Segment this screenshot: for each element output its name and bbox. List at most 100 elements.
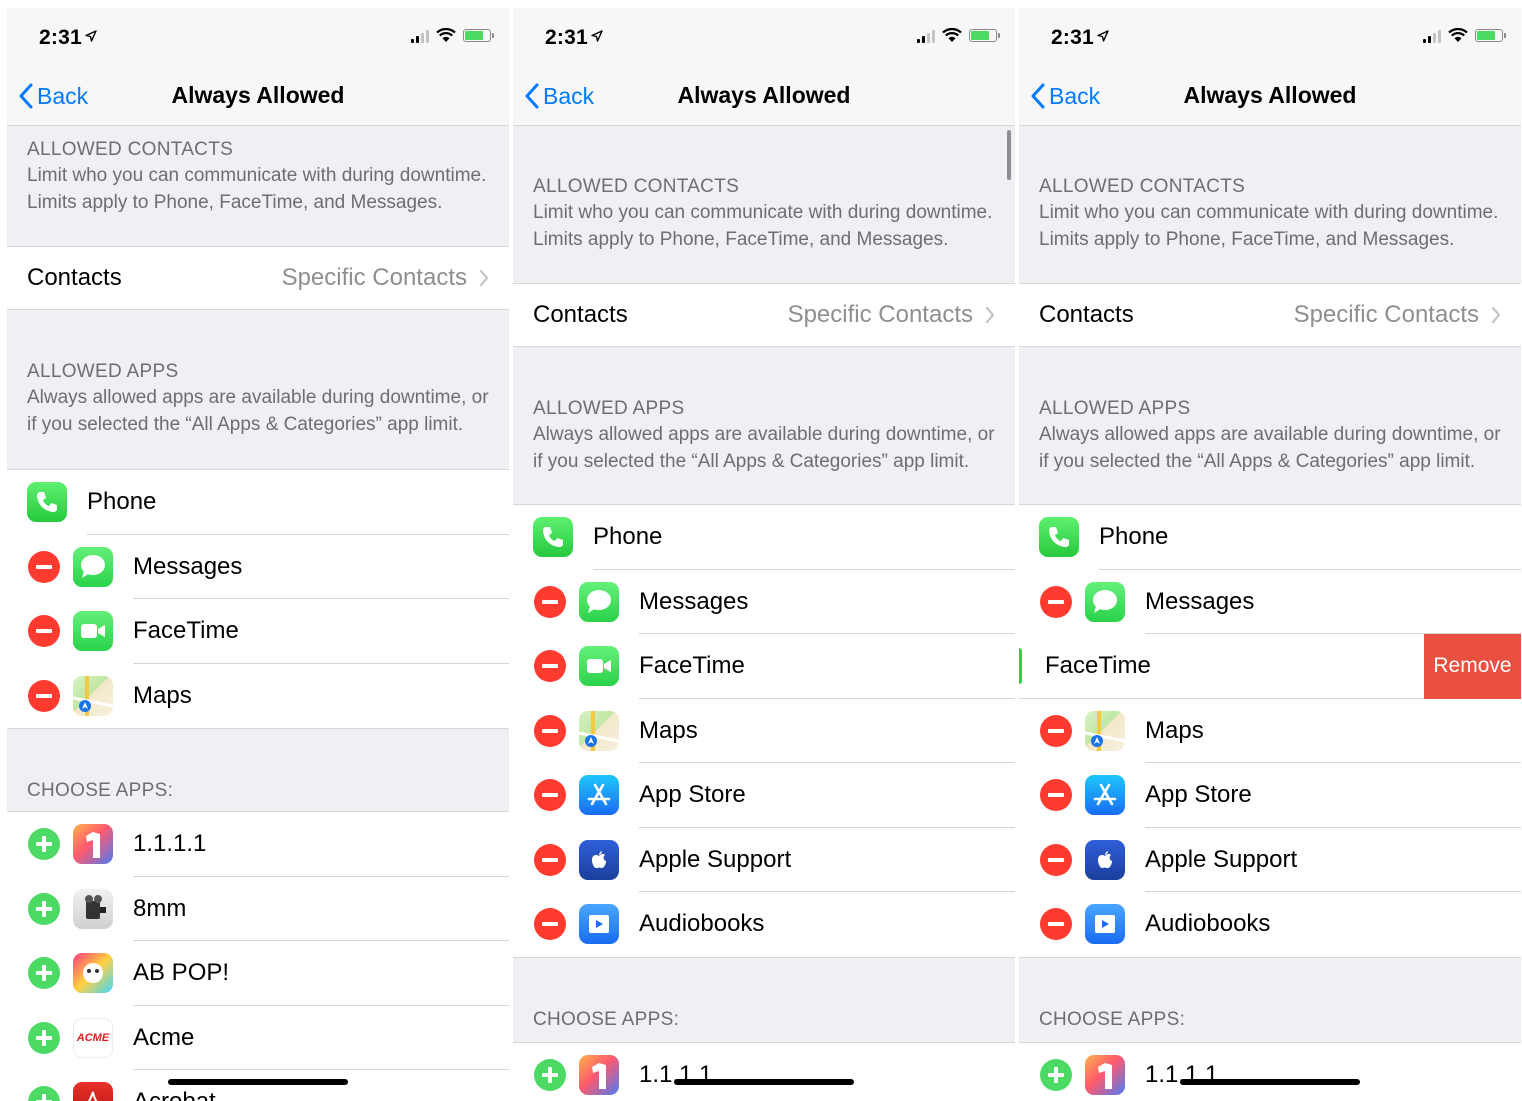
abpop-app-icon — [73, 953, 113, 994]
add-circle-button[interactable] — [534, 1058, 566, 1091]
remove-circle-button[interactable] — [1040, 585, 1072, 618]
section-title: ALLOWED APPS — [27, 361, 179, 382]
app-name: FaceTime — [133, 617, 239, 645]
list-item-acme: ACME Acme — [7, 1005, 509, 1070]
remove-circle-button[interactable] — [28, 550, 60, 583]
list-item-messages: Messages — [513, 569, 1015, 634]
list-item-1111: 1.1.1.1 — [7, 812, 509, 877]
remove-circle-button[interactable] — [28, 679, 60, 712]
list-item-facetime-swiped[interactable]: FaceTime Remove — [1019, 634, 1521, 699]
maps-app-icon — [1085, 710, 1125, 751]
messages-app-icon — [1085, 581, 1125, 622]
battery-icon — [969, 29, 1000, 42]
app-name: Phone — [1099, 523, 1169, 551]
choose-apps-header: CHOOSE APPS: — [1019, 958, 1521, 1042]
contacts-cell[interactable]: Contacts Specific Contacts — [513, 283, 1015, 347]
contacts-cell[interactable]: Contacts Specific Contacts — [1019, 283, 1521, 347]
list-item-app-store: App Store — [1019, 763, 1521, 828]
remove-circle-button[interactable] — [534, 650, 566, 683]
add-circle-button[interactable] — [28, 1086, 60, 1101]
list-item-1111: 1.1.1.1 — [1019, 1042, 1521, 1101]
wifi-icon — [1448, 28, 1468, 42]
home-indicator[interactable] — [168, 1079, 348, 1085]
apple-support-app-icon — [1085, 839, 1125, 880]
cellular-signal-icon — [917, 29, 935, 43]
app-name: Messages — [1145, 587, 1255, 615]
1111-app-icon — [579, 1054, 619, 1095]
list-item-phone: Phone — [1019, 505, 1521, 570]
messages-app-icon — [73, 546, 113, 587]
remove-circle-button[interactable] — [1040, 779, 1072, 812]
remove-circle-button[interactable] — [1040, 714, 1072, 747]
contacts-value: Specific Contacts — [1293, 301, 1479, 328]
screen-1: 2:31 Back Always Allowed ALLOWED CONTACT… — [7, 8, 509, 1101]
1111-app-icon — [73, 824, 113, 865]
remove-circle-button[interactable] — [1040, 908, 1072, 941]
list-item-apple-support: Apple Support — [1019, 827, 1521, 892]
navigation-bar: Back Always Allowed — [1019, 66, 1521, 126]
facetime-app-icon — [73, 611, 113, 652]
facetime-app-icon — [579, 646, 619, 687]
status-bar: 2:31 — [1019, 8, 1521, 66]
allowed-apps-list: Phone Messages FaceTime Maps App Store A… — [513, 504, 1015, 958]
section-title: ALLOWED APPS — [533, 398, 685, 419]
app-name: Maps — [1145, 716, 1204, 744]
cellular-signal-icon — [1423, 29, 1441, 43]
allowed-apps-header: ALLOWED APPS Always allowed apps are ava… — [7, 310, 509, 469]
add-circle-button[interactable] — [28, 1021, 60, 1054]
status-time: 2:31 — [39, 26, 97, 50]
app-name: FaceTime — [639, 652, 745, 680]
list-item-8mm: 8mm — [7, 876, 509, 941]
page-title: Always Allowed — [677, 82, 851, 108]
messages-app-icon — [579, 581, 619, 622]
app-name: AB POP! — [133, 959, 230, 987]
app-name: Apple Support — [639, 845, 792, 873]
list-item-maps: Maps — [1019, 698, 1521, 763]
remove-circle-button[interactable] — [1040, 843, 1072, 876]
add-circle-button[interactable] — [28, 892, 60, 925]
app-name: Acme — [133, 1023, 195, 1051]
facetime-icon-edge — [1019, 648, 1022, 684]
choose-apps-list: 1.1.1.1 — [513, 1041, 1015, 1101]
remove-circle-button[interactable] — [534, 908, 566, 941]
location-arrow-icon — [85, 30, 97, 42]
app-name: Acrobat — [133, 1088, 216, 1101]
section-description: Limit who you can communicate with durin… — [1039, 202, 1499, 250]
choose-apps-header: CHOOSE APPS: — [513, 958, 1015, 1042]
choose-apps-list: 1.1.1.1 — [1019, 1041, 1521, 1101]
home-indicator[interactable] — [1180, 1079, 1360, 1085]
status-bar: 2:31 — [7, 8, 509, 66]
home-indicator[interactable] — [674, 1079, 854, 1085]
remove-circle-button[interactable] — [534, 779, 566, 812]
app-name: Maps — [639, 716, 698, 744]
navigation-bar: Back Always Allowed — [7, 66, 509, 126]
add-circle-button[interactable] — [28, 828, 60, 861]
chevron-right-icon — [1491, 306, 1501, 324]
list-item-facetime: FaceTime — [513, 634, 1015, 699]
list-item-facetime: FaceTime — [7, 599, 509, 664]
remove-button[interactable]: Remove — [1424, 634, 1521, 699]
status-time: 2:31 — [1051, 26, 1109, 50]
list-item-phone: Phone — [513, 505, 1015, 570]
list-item-messages: Messages — [1019, 569, 1521, 634]
8mm-app-icon — [73, 888, 113, 929]
add-circle-button[interactable] — [1040, 1058, 1072, 1091]
choose-apps-list: 1.1.1.1 8mm AB POP! ACME Acme Acrobat — [7, 811, 509, 1101]
remove-circle-button[interactable] — [534, 843, 566, 876]
app-store-app-icon — [579, 775, 619, 816]
page-title: Always Allowed — [171, 82, 345, 108]
remove-circle-button[interactable] — [534, 585, 566, 618]
remove-circle-button[interactable] — [534, 714, 566, 747]
apple-support-app-icon — [579, 839, 619, 880]
acrobat-app-icon — [73, 1082, 113, 1101]
list-item-app-store: App Store — [513, 763, 1015, 828]
list-item-audiobooks: Audiobooks — [513, 892, 1015, 957]
section-title: CHOOSE APPS: — [27, 780, 174, 801]
app-name: Audiobooks — [639, 910, 765, 938]
allowed-apps-header: ALLOWED APPS Always allowed apps are ava… — [513, 347, 1015, 504]
app-name: Messages — [639, 587, 749, 615]
contacts-label: Contacts — [1039, 301, 1134, 328]
contacts-cell[interactable]: Contacts Specific Contacts — [7, 246, 509, 310]
remove-circle-button[interactable] — [28, 615, 60, 648]
add-circle-button[interactable] — [28, 957, 60, 990]
